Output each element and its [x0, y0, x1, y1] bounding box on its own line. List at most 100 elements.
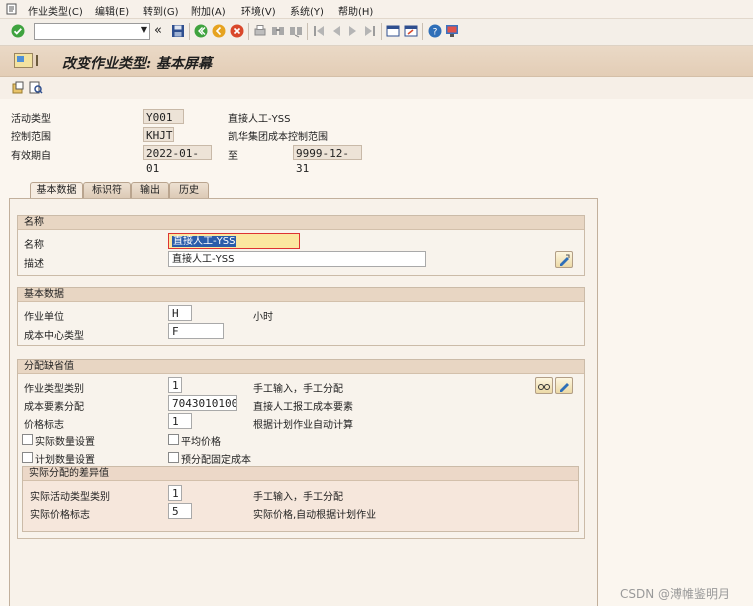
toolbar-separator	[307, 23, 308, 40]
price-indicator-label: 价格标志	[24, 420, 64, 431]
activity-type-category-input[interactable]: 1	[168, 377, 182, 393]
glasses-icon	[538, 384, 550, 390]
toolbar-separator	[189, 23, 190, 40]
activity-unit-label: 作业单位	[24, 312, 64, 323]
menu-help[interactable]: 帮助(H)	[338, 3, 373, 18]
edit-button[interactable]	[555, 377, 573, 394]
name-label: 名称	[24, 240, 44, 251]
cancel-icon[interactable]	[230, 24, 244, 38]
svg-text:?: ?	[433, 28, 438, 38]
first-page-icon[interactable]	[312, 24, 326, 38]
back-icon[interactable]	[194, 24, 208, 38]
actual-qty-label: 实际数量设置	[35, 437, 95, 448]
layout-icon[interactable]	[445, 24, 459, 38]
other-activity-type-icon[interactable]	[12, 81, 24, 94]
valid-to-label: 至	[228, 151, 238, 162]
actual-activity-category-label: 实际活动类型类别	[30, 492, 110, 503]
cost-element-label: 成本要素分配	[24, 402, 84, 413]
menu-extras[interactable]: 附加(A)	[191, 3, 226, 18]
print-icon[interactable]	[253, 24, 267, 38]
activity-type-category-desc: 手工输入，手工分配	[253, 384, 343, 395]
menu-goto[interactable]: 转到(G)	[143, 3, 179, 18]
pencil-pointer-icon	[560, 254, 570, 266]
exit-icon[interactable]	[212, 24, 226, 38]
basic-data-group: 基本数据	[17, 287, 585, 346]
screen-type-icon	[14, 53, 38, 68]
predistribute-fixed-cost-label: 预分配固定成本	[181, 455, 251, 466]
chevron-down-icon[interactable]: ▼	[141, 25, 147, 34]
watermark: CSDN @溥帷鉴明月	[620, 587, 731, 601]
translate-button[interactable]	[555, 251, 573, 268]
system-menu-icon[interactable]	[6, 3, 18, 15]
cost-element-input[interactable]: 7043010100	[168, 395, 237, 411]
menu-bar: 作业类型(C) 编辑(E) 转到(G) 附加(A) 环境(V) 系统(Y) 帮助…	[0, 0, 753, 19]
toolbar-separator	[422, 23, 423, 40]
tab-basic-data[interactable]: 基本数据	[30, 182, 83, 199]
activity-unit-desc: 小时	[253, 312, 273, 323]
save-icon[interactable]	[171, 24, 185, 38]
plan-qty-checkbox[interactable]	[22, 452, 33, 463]
price-indicator-input[interactable]: 1	[168, 413, 192, 429]
shortcut-icon[interactable]	[404, 24, 418, 38]
cost-center-category-input[interactable]: F	[168, 323, 224, 339]
tab-output[interactable]: 输出	[131, 182, 169, 198]
activity-unit-input[interactable]: H	[168, 305, 192, 321]
next-page-icon[interactable]	[346, 24, 360, 38]
command-field[interactable]: ▼	[34, 23, 150, 40]
name-input[interactable]: 直接人工-YSS	[168, 233, 300, 249]
find-next-icon[interactable]	[289, 24, 303, 38]
standard-toolbar: ▼ « ?	[0, 19, 753, 46]
pencil-icon	[560, 383, 569, 392]
actual-activity-category-desc: 手工输入，手工分配	[253, 492, 343, 503]
actual-price-indicator-input[interactable]: 5	[168, 503, 192, 519]
menu-environment[interactable]: 环境(V)	[241, 3, 276, 18]
description-label: 描述	[24, 259, 44, 270]
menu-system[interactable]: 系统(Y)	[290, 3, 324, 18]
cost-element-desc: 直接人工报工成本要素	[253, 402, 353, 413]
actual-qty-checkbox[interactable]	[22, 434, 33, 445]
activity-type-category-label: 作业类型类别	[24, 384, 84, 395]
actual-price-indicator-desc: 实际价格,自动根据计划作业	[253, 510, 377, 521]
valid-from-label: 有效期自	[11, 151, 51, 162]
actual-variance-group-title: 实际分配的差异值	[23, 467, 578, 481]
display-documents-icon[interactable]	[29, 81, 43, 94]
tab-indicators[interactable]: 标识符	[83, 182, 131, 198]
predistribute-fixed-cost-checkbox[interactable]	[168, 452, 179, 463]
activity-type-label: 活动类型	[11, 114, 51, 125]
cost-center-category-label: 成本中心类型	[24, 331, 84, 342]
average-price-label: 平均价格	[181, 437, 221, 448]
controlling-area-field: KHJT	[143, 127, 174, 142]
menu-activity-type[interactable]: 作业类型(C)	[28, 3, 83, 18]
activity-type-desc: 直接人工-YSS	[228, 114, 291, 125]
prev-page-icon[interactable]	[329, 24, 343, 38]
menu-edit[interactable]: 编辑(E)	[95, 3, 129, 18]
enter-icon[interactable]	[11, 24, 25, 38]
help-icon[interactable]: ?	[428, 24, 442, 38]
toolbar-separator	[248, 23, 249, 40]
last-page-icon[interactable]	[363, 24, 377, 38]
toolbar-separator	[381, 23, 382, 40]
actual-activity-category-input[interactable]: 1	[168, 485, 182, 501]
description-input[interactable]: 直接人工-YSS	[168, 251, 426, 267]
application-toolbar	[0, 77, 753, 99]
controlling-area-desc: 凯华集团成本控制范围	[228, 132, 328, 143]
double-chevron-left-icon[interactable]: «	[154, 23, 162, 38]
find-icon[interactable]	[271, 24, 285, 38]
allocation-defaults-group-title: 分配缺省值	[18, 360, 584, 374]
basic-data-group-title: 基本数据	[18, 288, 584, 302]
controlling-area-label: 控制范围	[11, 132, 51, 143]
search-help-button[interactable]	[535, 377, 553, 394]
actual-price-indicator-label: 实际价格标志	[30, 510, 90, 521]
valid-from-field: 2022-01-01	[143, 145, 212, 175]
valid-to-field: 9999-12-31	[293, 145, 362, 175]
name-input-value: 直接人工-YSS	[172, 236, 237, 247]
new-session-icon[interactable]	[386, 24, 400, 38]
price-indicator-desc: 根据计划作业自动计算	[253, 420, 353, 431]
page-title: 改变作业类型: 基本屏幕	[62, 56, 213, 72]
title-bar: 改变作业类型: 基本屏幕	[0, 46, 753, 77]
activity-type-field: Y001	[143, 109, 184, 124]
plan-qty-label: 计划数量设置	[35, 455, 95, 466]
average-price-checkbox[interactable]	[168, 434, 179, 445]
names-group-title: 名称	[18, 216, 584, 230]
tab-history[interactable]: 历史	[169, 182, 209, 198]
